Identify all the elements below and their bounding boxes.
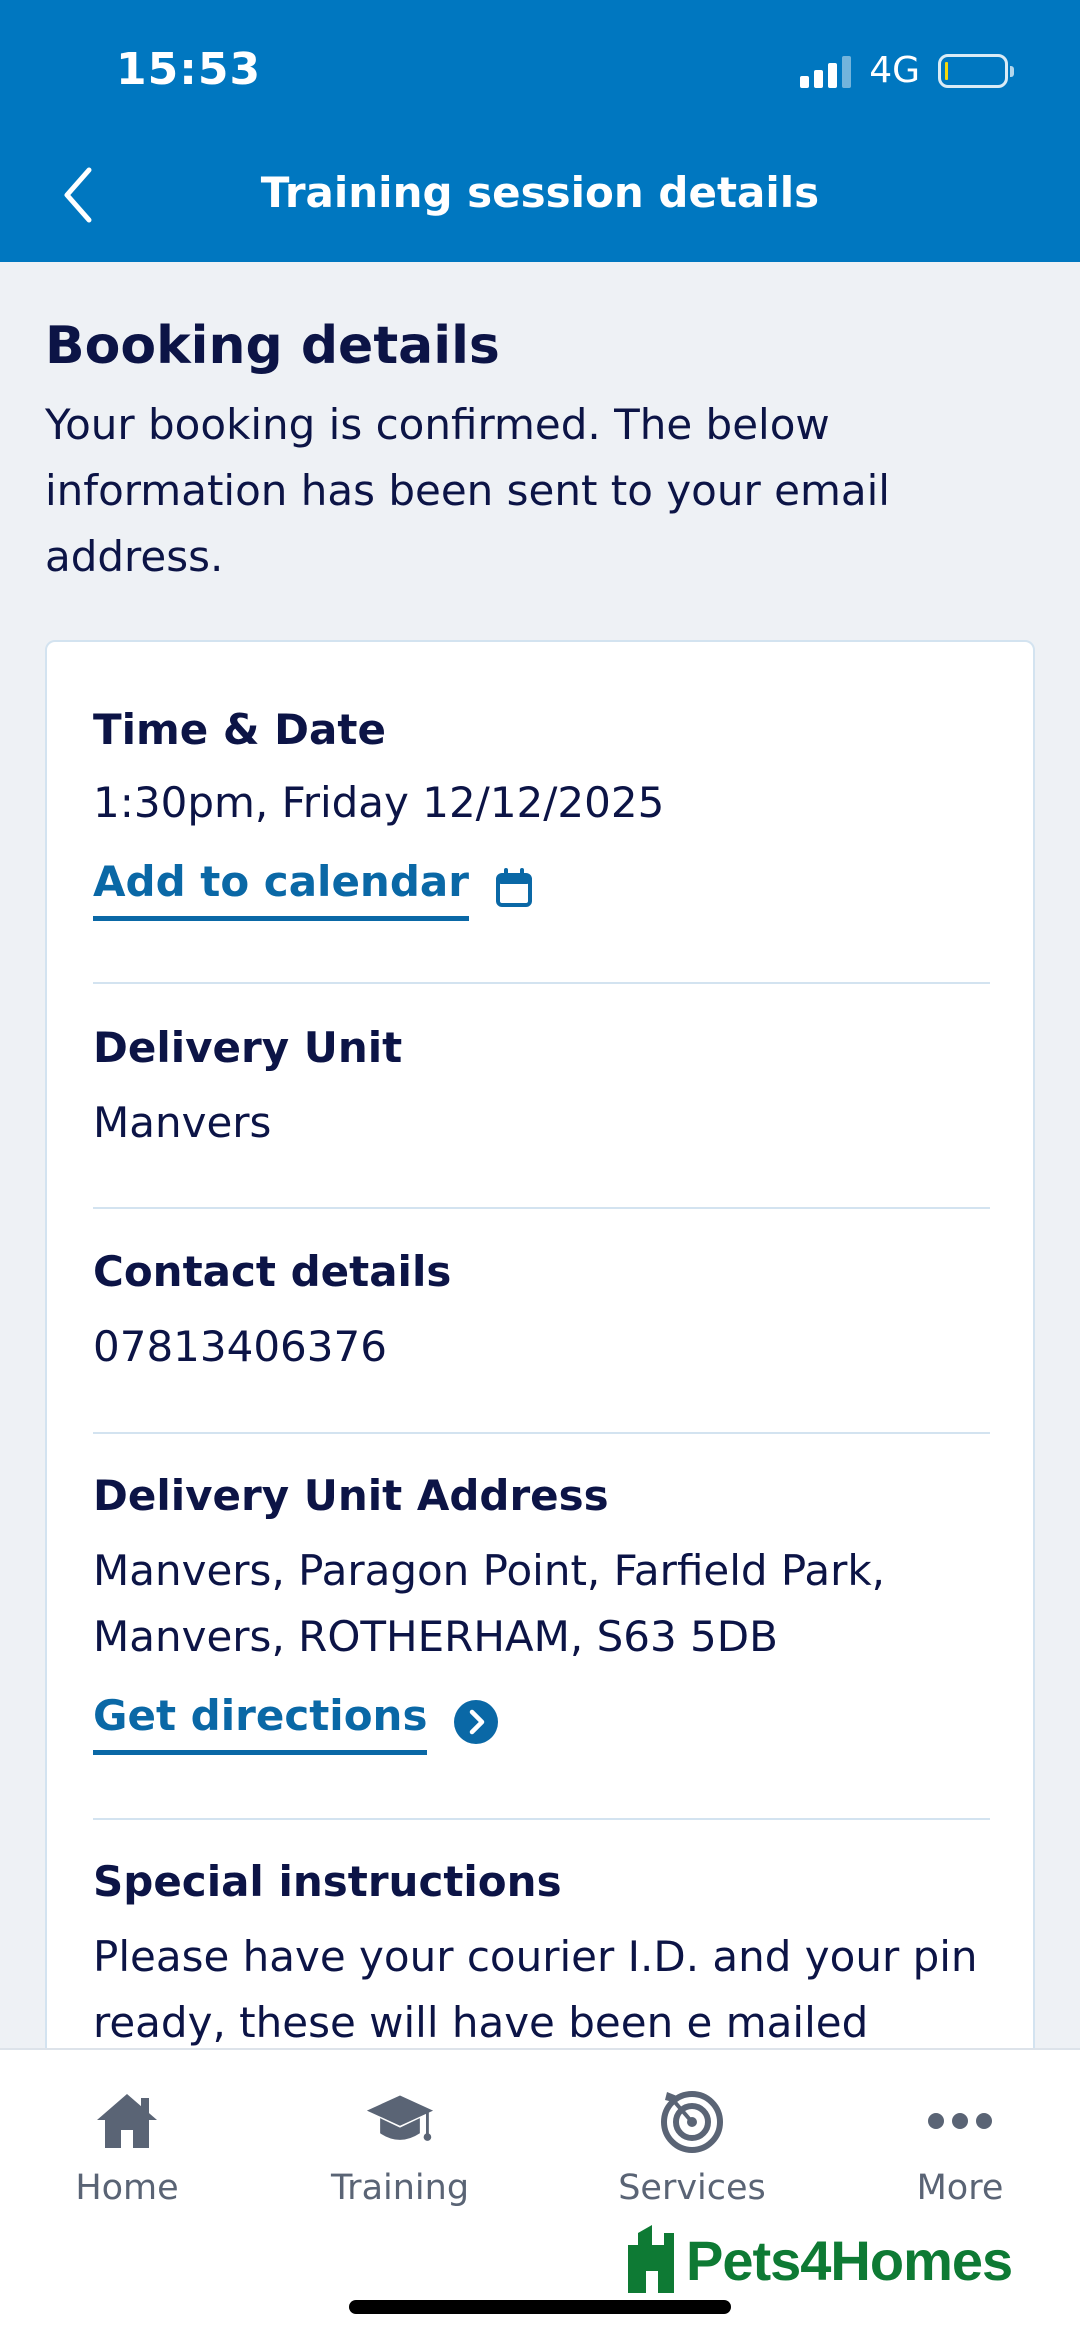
pets4homes-logo-text: Pets4Homes — [686, 2229, 1013, 2292]
network-type: 4G — [869, 50, 920, 91]
get-directions-button[interactable]: Get directions — [93, 1688, 499, 1755]
nav-training[interactable]: Training — [300, 2086, 500, 2208]
address-section: Delivery Unit Address Manvers, Paragon P… — [93, 1468, 990, 1755]
special-instructions-value: Please have your courier I.D. and your p… — [93, 1932, 978, 2047]
get-directions-label: Get directions — [93, 1688, 428, 1755]
delivery-unit-section: Delivery Unit Manvers — [93, 1020, 990, 1156]
page-title: Training session details — [260, 168, 820, 217]
booking-details-heading: Booking details — [45, 316, 500, 376]
target-icon — [657, 2086, 727, 2156]
divider — [93, 1818, 990, 1820]
nav-more[interactable]: More — [860, 2086, 1060, 2208]
time-date-value: 1:30pm, Friday 12/12/2025 — [93, 778, 665, 827]
add-to-calendar-button[interactable]: Add to calendar — [93, 854, 533, 921]
main-content[interactable]: Booking details Your booking is confirme… — [0, 262, 1080, 2048]
nav-training-label: Training — [330, 2168, 470, 2208]
pets4homes-logo: Pets4Homes — [624, 2223, 1013, 2293]
delivery-unit-label: Delivery Unit — [93, 1023, 403, 1072]
graduation-cap-icon — [365, 2086, 435, 2156]
status-indicators: 4G — [800, 50, 1014, 91]
contact-details-label: Contact details — [93, 1247, 452, 1296]
time-date-section: Time & Date 1:30pm, Friday 12/12/2025 Ad… — [93, 702, 990, 921]
divider — [93, 1432, 990, 1434]
app-header: 15:53 4G Training session details — [0, 0, 1080, 262]
bottom-nav: Home Training Services More — [0, 2048, 1080, 2337]
nav-home[interactable]: Home — [27, 2086, 227, 2208]
add-to-calendar-label: Add to calendar — [93, 854, 469, 921]
nav-services[interactable]: Services — [592, 2086, 792, 2208]
home-indicator — [349, 2300, 731, 2314]
status-time: 15:53 — [116, 44, 262, 95]
nav-services-label: Services — [618, 2168, 766, 2208]
nav-home-label: Home — [75, 2168, 179, 2208]
address-label: Delivery Unit Address — [93, 1471, 609, 1520]
time-date-label: Time & Date — [93, 705, 386, 754]
home-icon — [92, 2086, 162, 2156]
calendar-icon — [495, 867, 532, 907]
contact-details-section: Contact details 07813406376 — [93, 1244, 990, 1380]
special-instructions-label: Special instructions — [93, 1857, 562, 1906]
chevron-circle-right-icon — [454, 1699, 499, 1744]
divider — [93, 1207, 990, 1209]
booking-details-card: Time & Date 1:30pm, Friday 12/12/2025 Ad… — [45, 640, 1035, 2048]
signal-icon — [800, 54, 852, 88]
special-instructions-section: Special instructions Please have your co… — [93, 1854, 990, 2048]
nav-more-label: More — [916, 2168, 1004, 2208]
address-value: Manvers, Paragon Point, Farfield Park, M… — [93, 1546, 886, 1661]
battery-icon — [938, 53, 1014, 88]
pets4homes-logo-icon — [628, 2225, 674, 2293]
more-dots-icon — [925, 2086, 995, 2156]
delivery-unit-value: Manvers — [93, 1098, 272, 1147]
divider — [93, 982, 990, 984]
booking-intro-text: Your booking is confirmed. The below inf… — [45, 400, 890, 581]
contact-phone-value: 07813406376 — [93, 1322, 387, 1371]
